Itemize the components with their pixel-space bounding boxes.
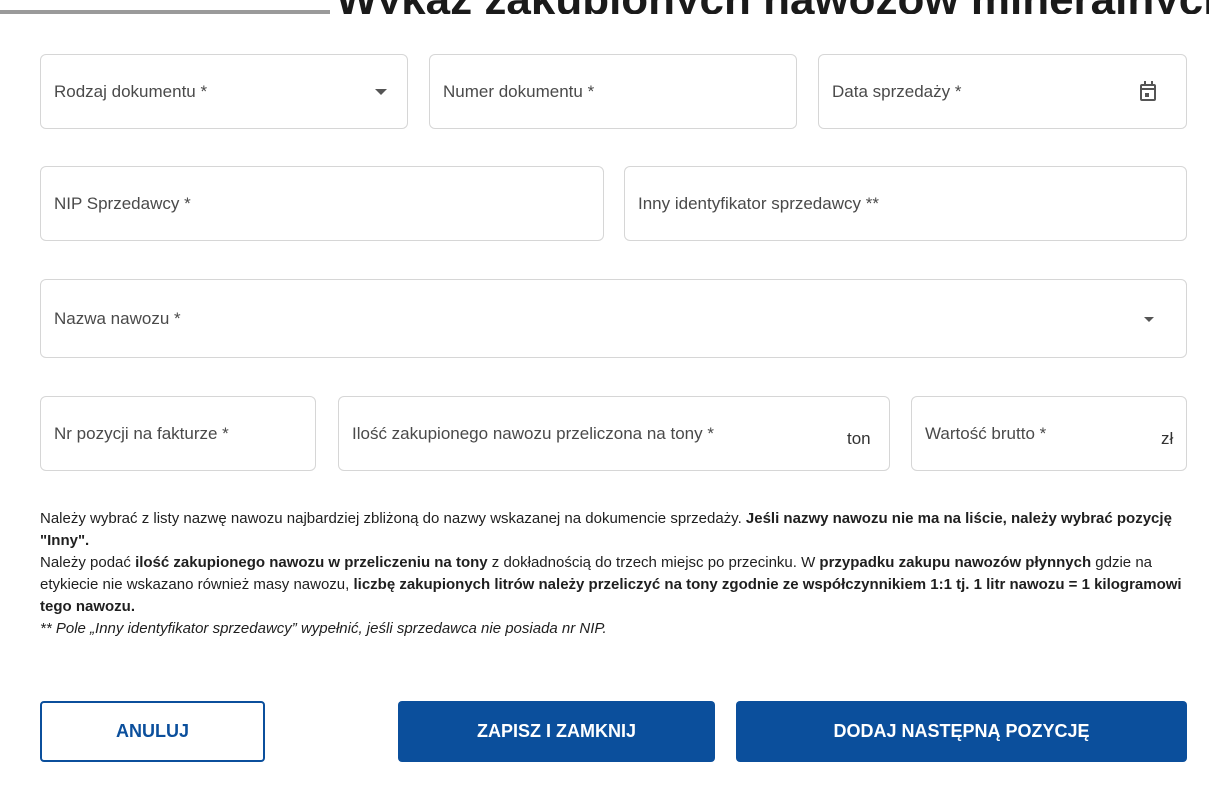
- document-type-label: Rodzaj dokumentu *: [54, 81, 208, 101]
- page-title: Wykaz zakupionych nawozów mineralnych: [336, 0, 1209, 14]
- quantity-unit: ton: [847, 429, 871, 448]
- help-paragraph-fertilizer-name: Należy wybrać z listy nazwę nawozu najba…: [40, 510, 1172, 549]
- seller-other-id-label: Inny identyfikator sprzedawcy **: [638, 193, 879, 213]
- seller-nip-input[interactable]: NIP Sprzedawcy *: [40, 166, 604, 241]
- quantity-tons-label: Ilość zakupionego nawozu przeliczona na …: [352, 423, 714, 443]
- help-text: Należy wybrać z listy nazwę nawozu najba…: [40, 508, 1190, 640]
- seller-other-id-input[interactable]: Inny identyfikator sprzedawcy **: [624, 166, 1187, 241]
- fertilizer-name-label: Nazwa nawozu *: [54, 308, 181, 328]
- gross-value-input[interactable]: Wartość brutto * zł: [911, 396, 1187, 471]
- invoice-position-input[interactable]: Nr pozycji na fakturze *: [40, 396, 316, 471]
- fertilizer-name-select[interactable]: Nazwa nawozu *: [40, 279, 1187, 358]
- help-note-other-id: ** Pole „Inny identyfikator sprzedawcy” …: [40, 620, 607, 637]
- header-divider: [0, 10, 330, 14]
- save-and-close-button[interactable]: ZAPISZ I ZAMKNIJ: [398, 701, 715, 762]
- calendar-icon[interactable]: [1140, 81, 1156, 101]
- seller-nip-label: NIP Sprzedawcy *: [54, 193, 191, 213]
- currency-unit: zł: [1161, 429, 1174, 448]
- document-number-label: Numer dokumentu *: [443, 81, 595, 101]
- add-next-position-button[interactable]: DODAJ NASTĘPNĄ POZYCJĘ: [736, 701, 1187, 762]
- gross-value-label: Wartość brutto *: [925, 423, 1047, 443]
- cancel-button[interactable]: ANULUJ: [40, 701, 265, 762]
- document-number-input[interactable]: Numer dokumentu *: [429, 54, 797, 129]
- help-paragraph-quantity: Należy podać ilość zakupionego nawozu w …: [40, 554, 1182, 615]
- sale-date-label: Data sprzedaży *: [832, 81, 962, 101]
- document-type-select[interactable]: Rodzaj dokumentu *: [40, 54, 408, 129]
- sale-date-input[interactable]: Data sprzedaży *: [818, 54, 1187, 129]
- chevron-down-icon: [375, 89, 387, 95]
- invoice-position-label: Nr pozycji na fakturze *: [54, 423, 229, 443]
- chevron-down-icon: [1144, 317, 1154, 322]
- quantity-tons-input[interactable]: Ilość zakupionego nawozu przeliczona na …: [338, 396, 890, 471]
